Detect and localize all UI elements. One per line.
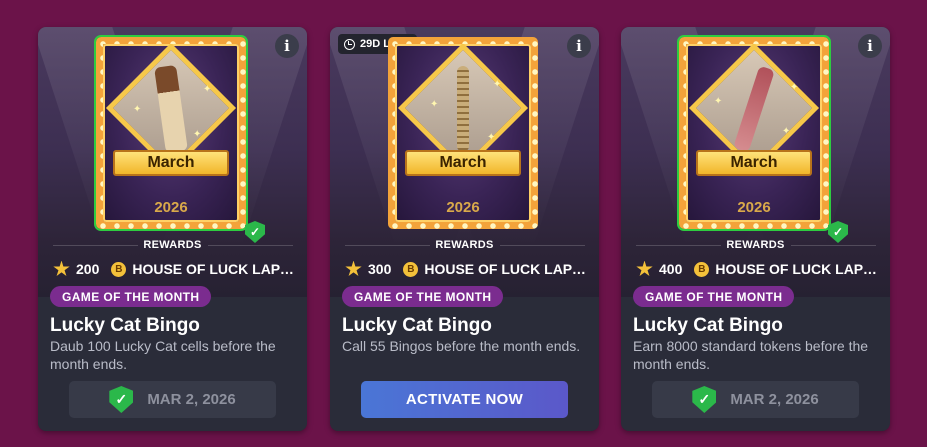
reward-badge: HOUSE OF LUCK LAP 3 BA... — [715, 261, 880, 277]
month-banner: March — [113, 150, 229, 176]
completed-check-icon: ✓ — [109, 386, 134, 413]
month-poster: ✦ ✦ ✦ March 2026 — [94, 35, 248, 231]
info-button[interactable]: i — [275, 34, 299, 58]
star-icon — [53, 260, 70, 276]
challenge-description: Daub 100 Lucky Cat cells before the mont… — [50, 338, 276, 372]
poster-year: 2026 — [154, 199, 188, 216]
badge-coin-icon: B — [403, 261, 419, 277]
sword-icon — [457, 66, 469, 152]
clock-icon — [344, 38, 355, 50]
badge-coin-icon: B — [111, 261, 127, 277]
rewards-row: 300 B HOUSE OF LUCK LAP 2 BA... — [345, 259, 589, 279]
game-title: Lucky Cat Bingo — [50, 315, 200, 336]
challenge-card-2: 29D LEFT i ✦ ✦ ✦ March 2026 REWARDS 300 … — [330, 27, 599, 431]
game-of-month-tag: GAME OF THE MONTH — [342, 286, 504, 307]
badge-coin-icon: B — [694, 261, 710, 277]
star-icon — [345, 260, 362, 276]
month-poster: ✦ ✦ ✦ March 2026 — [388, 37, 538, 229]
challenge-card-3: i ✦ ✦ ✦ March 2026 ✓ REWARDS 400 B HOUSE… — [621, 27, 890, 431]
rewards-row: 400 B HOUSE OF LUCK LAP 3 BA... — [636, 259, 880, 279]
month-banner: March — [696, 150, 812, 176]
completed-date: MAR 2, 2026 — [730, 391, 819, 408]
reward-badge: HOUSE OF LUCK LAP 1 BA... — [132, 261, 297, 277]
rewards-row: 200 B HOUSE OF LUCK LAP 1 BA... — [53, 259, 297, 279]
reward-stars: 300 — [368, 261, 392, 277]
reward-stars: 400 — [659, 261, 683, 277]
game-title: Lucky Cat Bingo — [633, 315, 783, 336]
month-poster: ✦ ✦ ✦ March 2026 — [677, 35, 831, 231]
info-button[interactable]: i — [858, 34, 882, 58]
completed-date-button: ✓ MAR 2, 2026 — [69, 381, 276, 418]
poster-year: 2026 — [446, 199, 480, 216]
rewards-title: REWARDS — [726, 239, 785, 251]
reward-badge: HOUSE OF LUCK LAP 2 BA... — [424, 261, 589, 277]
completed-date: MAR 2, 2026 — [147, 391, 236, 408]
game-of-month-tag: GAME OF THE MONTH — [633, 286, 795, 307]
poster-year: 2026 — [737, 199, 771, 216]
completed-check-icon: ✓ — [692, 386, 717, 413]
game-of-month-tag: GAME OF THE MONTH — [50, 286, 212, 307]
activate-now-button[interactable]: ACTIVATE NOW — [361, 381, 568, 418]
reward-stars: 200 — [76, 261, 100, 277]
game-title: Lucky Cat Bingo — [342, 315, 492, 336]
info-button[interactable]: i — [567, 34, 591, 58]
challenge-description: Earn 8000 standard tokens before the mon… — [633, 338, 869, 372]
star-icon — [636, 260, 653, 276]
challenge-card-1: i ✦ ✦ ✦ March 2026 ✓ REWARDS 200 B HOUSE… — [38, 27, 307, 431]
completed-date-button: ✓ MAR 2, 2026 — [652, 381, 859, 418]
challenge-description: Call 55 Bingos before the month ends. — [342, 338, 581, 354]
month-banner: March — [405, 150, 521, 176]
rewards-title: REWARDS — [143, 239, 202, 251]
rewards-title: REWARDS — [435, 239, 494, 251]
